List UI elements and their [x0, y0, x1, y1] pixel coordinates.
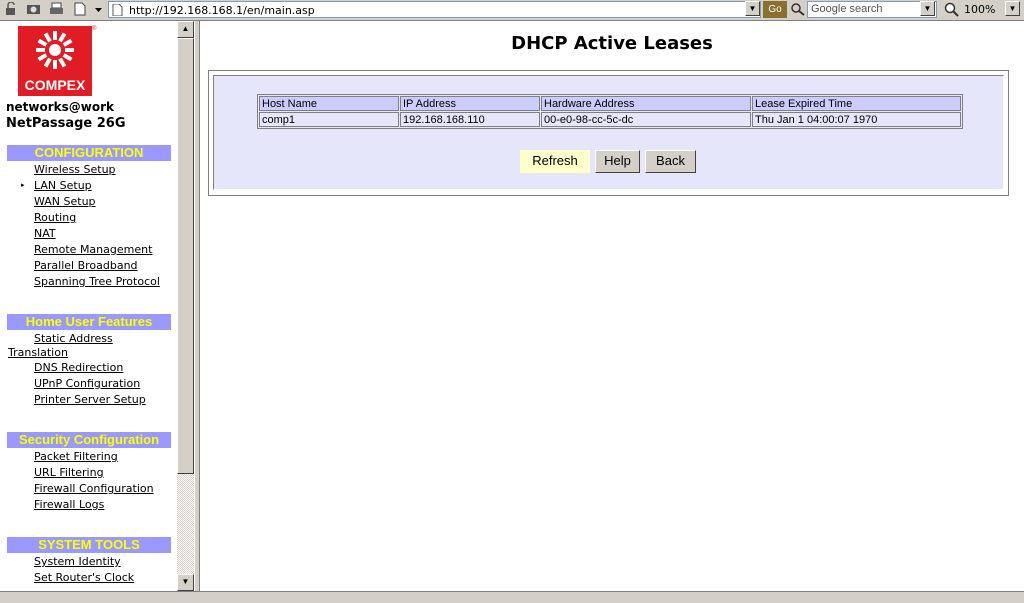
nav-parallel-broadband[interactable]: Parallel Broadband: [34, 259, 138, 273]
address-bar[interactable]: http://192.168.168.1/en/main.asp: [108, 1, 761, 18]
nav-routing[interactable]: Routing: [34, 211, 76, 225]
scroll-thumb[interactable]: [177, 38, 194, 474]
status-bar: [0, 591, 1024, 603]
active-bullet-icon: ▸: [21, 182, 25, 189]
cell-ip-address: 192.168.168.110: [400, 112, 540, 127]
document-icon: [112, 3, 123, 17]
section-home-user-features: Home User Features: [7, 314, 171, 330]
scroll-down-icon[interactable]: ▼: [177, 574, 194, 591]
section-system-tools: SYSTEM TOOLS: [7, 537, 171, 553]
table-row: comp1 192.168.168.110 00-e0-98-cc-5c-dc …: [259, 112, 961, 127]
security-icon[interactable]: [3, 2, 18, 16]
header-hardware-address: Hardware Address: [541, 96, 751, 111]
scroll-up-icon[interactable]: ▲: [177, 21, 194, 38]
header-lease-expired-time: Lease Expired Time: [752, 96, 961, 111]
nav-system-identity[interactable]: System Identity: [34, 555, 121, 569]
zoom-level: 100%: [964, 3, 996, 16]
sidebar-scrollbar[interactable]: ▲ ▼: [177, 21, 194, 591]
zoom-dropdown-icon[interactable]: ▼: [1005, 1, 1020, 16]
section-configuration: CONFIGURATION: [7, 145, 171, 161]
browser-toolbar: http://192.168.168.1/en/main.asp ▼ Go Go…: [0, 0, 1024, 21]
cell-lease-expired-time: Thu Jan 1 04:00:07 1970: [752, 112, 961, 127]
nav-spanning-tree-protocol[interactable]: Spanning Tree Protocol: [34, 275, 160, 289]
table-header-row: Host Name IP Address Hardware Address Le…: [259, 96, 961, 111]
logo-text: COMPEX: [24, 77, 86, 93]
print-icon[interactable]: [49, 2, 64, 16]
nav-wan-setup[interactable]: WAN Setup: [34, 195, 96, 209]
header-ip-address: IP Address: [400, 96, 540, 111]
cell-host-name: comp1: [259, 112, 399, 127]
nav-dns-redirection[interactable]: DNS Redirection: [34, 361, 123, 375]
search-input[interactable]: Google search: [807, 1, 937, 18]
nav-firewall-configuration[interactable]: Firewall Configuration: [34, 482, 154, 496]
page-title: DHCP Active Leases: [511, 33, 713, 54]
leases-panel: Host Name IP Address Hardware Address Le…: [208, 70, 1009, 196]
nav-nat[interactable]: NAT: [34, 227, 56, 241]
go-button[interactable]: Go: [763, 1, 787, 18]
header-host-name: Host Name: [259, 96, 399, 111]
navigation-frame: COMPEX ® networks@work NetPassage 26G CO…: [0, 21, 177, 591]
search-engine-icon[interactable]: [790, 2, 806, 16]
nav-set-routers-clock[interactable]: Set Router's Clock: [34, 571, 134, 585]
section-security-configuration: Security Configuration: [7, 432, 171, 448]
nav-printer-server-setup[interactable]: Printer Server Setup: [34, 393, 146, 407]
back-button[interactable]: Back: [645, 150, 696, 173]
nav-remote-management[interactable]: Remote Management: [34, 243, 152, 257]
address-dropdown-icon[interactable]: ▼: [745, 1, 760, 16]
nav-wireless-setup[interactable]: Wireless Setup: [34, 163, 116, 177]
tagline: networks@work: [6, 100, 115, 114]
nav-static-address-translation[interactable]: Static Address Translation: [8, 332, 148, 360]
nav-upnp-configuration[interactable]: UPnP Configuration: [34, 377, 140, 391]
nav-lan-setup[interactable]: LAN Setup: [34, 179, 92, 193]
zoom-icon[interactable]: [944, 2, 959, 17]
cell-hardware-address: 00-e0-98-cc-5c-dc: [541, 112, 751, 127]
registered-mark: ®: [92, 26, 97, 32]
nav-url-filtering[interactable]: URL Filtering: [34, 466, 104, 480]
search-dropdown-icon[interactable]: ▼: [920, 1, 935, 16]
menu-dropdown-icon[interactable]: [93, 3, 104, 15]
model-name: NetPassage 26G: [6, 116, 126, 131]
page-icon[interactable]: [72, 2, 87, 16]
content-frame: DHCP Active Leases Host Name IP Address …: [200, 21, 1024, 591]
address-text[interactable]: http://192.168.168.1/en/main.asp: [129, 4, 315, 17]
compex-logo: COMPEX: [18, 26, 92, 96]
nav-firewall-logs[interactable]: Firewall Logs: [34, 498, 104, 512]
nav-packet-filtering[interactable]: Packet Filtering: [34, 450, 118, 464]
camera-icon[interactable]: [26, 2, 41, 16]
leases-table: Host Name IP Address Hardware Address Le…: [257, 94, 963, 129]
help-button[interactable]: Help: [595, 150, 640, 173]
refresh-button[interactable]: Refresh: [520, 150, 590, 173]
